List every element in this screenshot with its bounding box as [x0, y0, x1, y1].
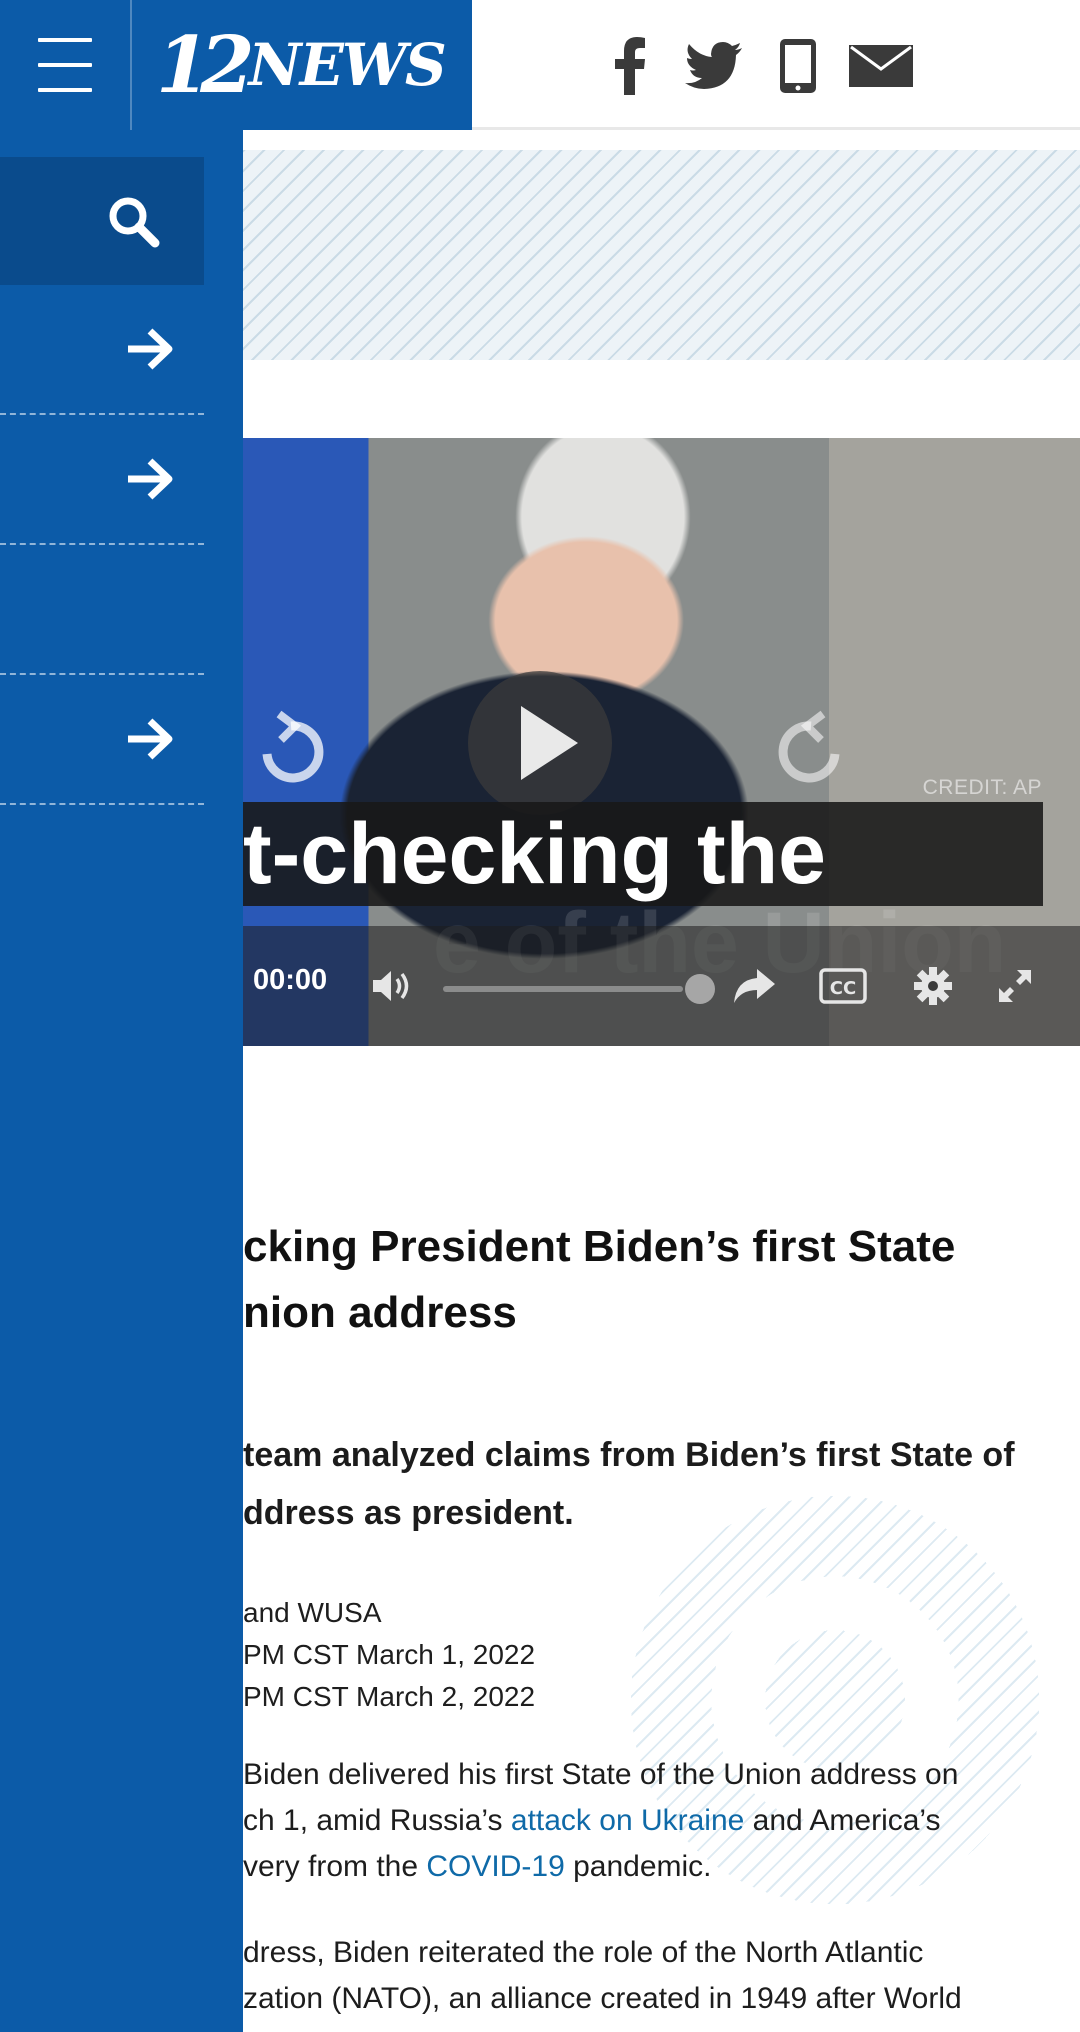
drawer-item-4[interactable] [0, 675, 204, 805]
share-icon[interactable] [729, 962, 779, 1010]
article-subhead: team analyzed claims from Biden’s first … [243, 1426, 1055, 1542]
article-paragraph-2: dress, Biden reiterated the role of the … [243, 1930, 1055, 2022]
fast-forward-icon[interactable] [778, 710, 840, 783]
drawer-item-1[interactable] [0, 285, 204, 415]
p1-text-3: and America’s [744, 1804, 941, 1837]
video-progress-bar[interactable] [443, 986, 683, 992]
p2-text-1: dress, Biden reiterated the role of the … [243, 1936, 924, 1969]
arrow-right-icon [128, 328, 173, 370]
closed-captions-icon[interactable]: CC [817, 962, 869, 1010]
article-paragraph: Biden delivered his first State of the U… [243, 1752, 1055, 1890]
video-credit: CREDIT: AP [922, 776, 1042, 799]
facebook-icon[interactable] [610, 30, 650, 102]
p2-text-2: zation (NATO), an alliance created in 19… [243, 1982, 962, 2015]
drawer-item-2[interactable] [0, 415, 204, 545]
play-button[interactable] [468, 671, 612, 815]
site-logo[interactable]: 12 NEWS [156, 19, 447, 111]
mobile-phone-icon[interactable] [776, 30, 820, 102]
volume-icon[interactable] [369, 962, 417, 1010]
article-headline: cking President Biden’s first State nion… [243, 1214, 1055, 1346]
rewind-icon[interactable] [262, 710, 324, 783]
logo-number: 12 [156, 19, 254, 111]
video-player[interactable]: CREDIT: AP t-checking the e of the Union… [243, 438, 1080, 1046]
ukraine-attack-link[interactable]: attack on Ukraine [511, 1804, 744, 1837]
p1-text-4: very from the [243, 1850, 427, 1883]
headline-line1: cking President Biden’s first State [243, 1222, 956, 1271]
article-meta: and WUSA PM CST March 1, 2022 PM CST Mar… [243, 1592, 535, 1718]
headline-line2: nion address [243, 1288, 517, 1337]
logo-word: NEWS [248, 31, 447, 99]
published-date: PM CST March 1, 2022 [243, 1639, 536, 1670]
covid-19-link[interactable]: COVID-19 [426, 1850, 564, 1883]
byline: and WUSA [243, 1597, 382, 1628]
updated-date: PM CST March 2, 2022 [243, 1681, 536, 1712]
brand-divider [130, 0, 132, 130]
subhead-line2: ddress as president. [243, 1494, 574, 1532]
video-scrub-handle[interactable] [685, 974, 715, 1004]
site-header: 12 NEWS [0, 0, 1080, 130]
search-icon [109, 197, 160, 248]
subhead-line1: team analyzed claims from Biden’s first … [243, 1436, 1015, 1474]
email-icon[interactable] [848, 30, 914, 102]
p1-text-1: Biden delivered his first State of the U… [243, 1758, 959, 1791]
arrow-right-icon [128, 718, 173, 760]
fullscreen-icon[interactable] [991, 962, 1039, 1010]
video-controls: 00:00 CC [243, 926, 1080, 1046]
twitter-icon[interactable] [684, 30, 744, 102]
video-title-text: t-checking the [243, 806, 826, 902]
side-drawer-menu [0, 130, 243, 2032]
brand-block: 12 NEWS [0, 0, 472, 130]
drawer-search-button[interactable] [0, 157, 204, 285]
p1-text-2: ch 1, amid Russia’s [243, 1804, 511, 1837]
video-title-line1: t-checking the [243, 802, 1043, 906]
svg-text:CC: CC [830, 978, 856, 999]
settings-gear-icon[interactable] [909, 962, 957, 1010]
p1-text-5: pandemic. [564, 1850, 712, 1883]
page: CREDIT: AP t-checking the e of the Union… [0, 0, 1080, 2032]
video-time: 00:00 [253, 964, 328, 996]
arrow-right-icon [128, 458, 173, 500]
hamburger-menu-icon[interactable] [38, 38, 92, 92]
drawer-item-3[interactable] [0, 545, 204, 675]
ad-placeholder [243, 150, 1080, 360]
